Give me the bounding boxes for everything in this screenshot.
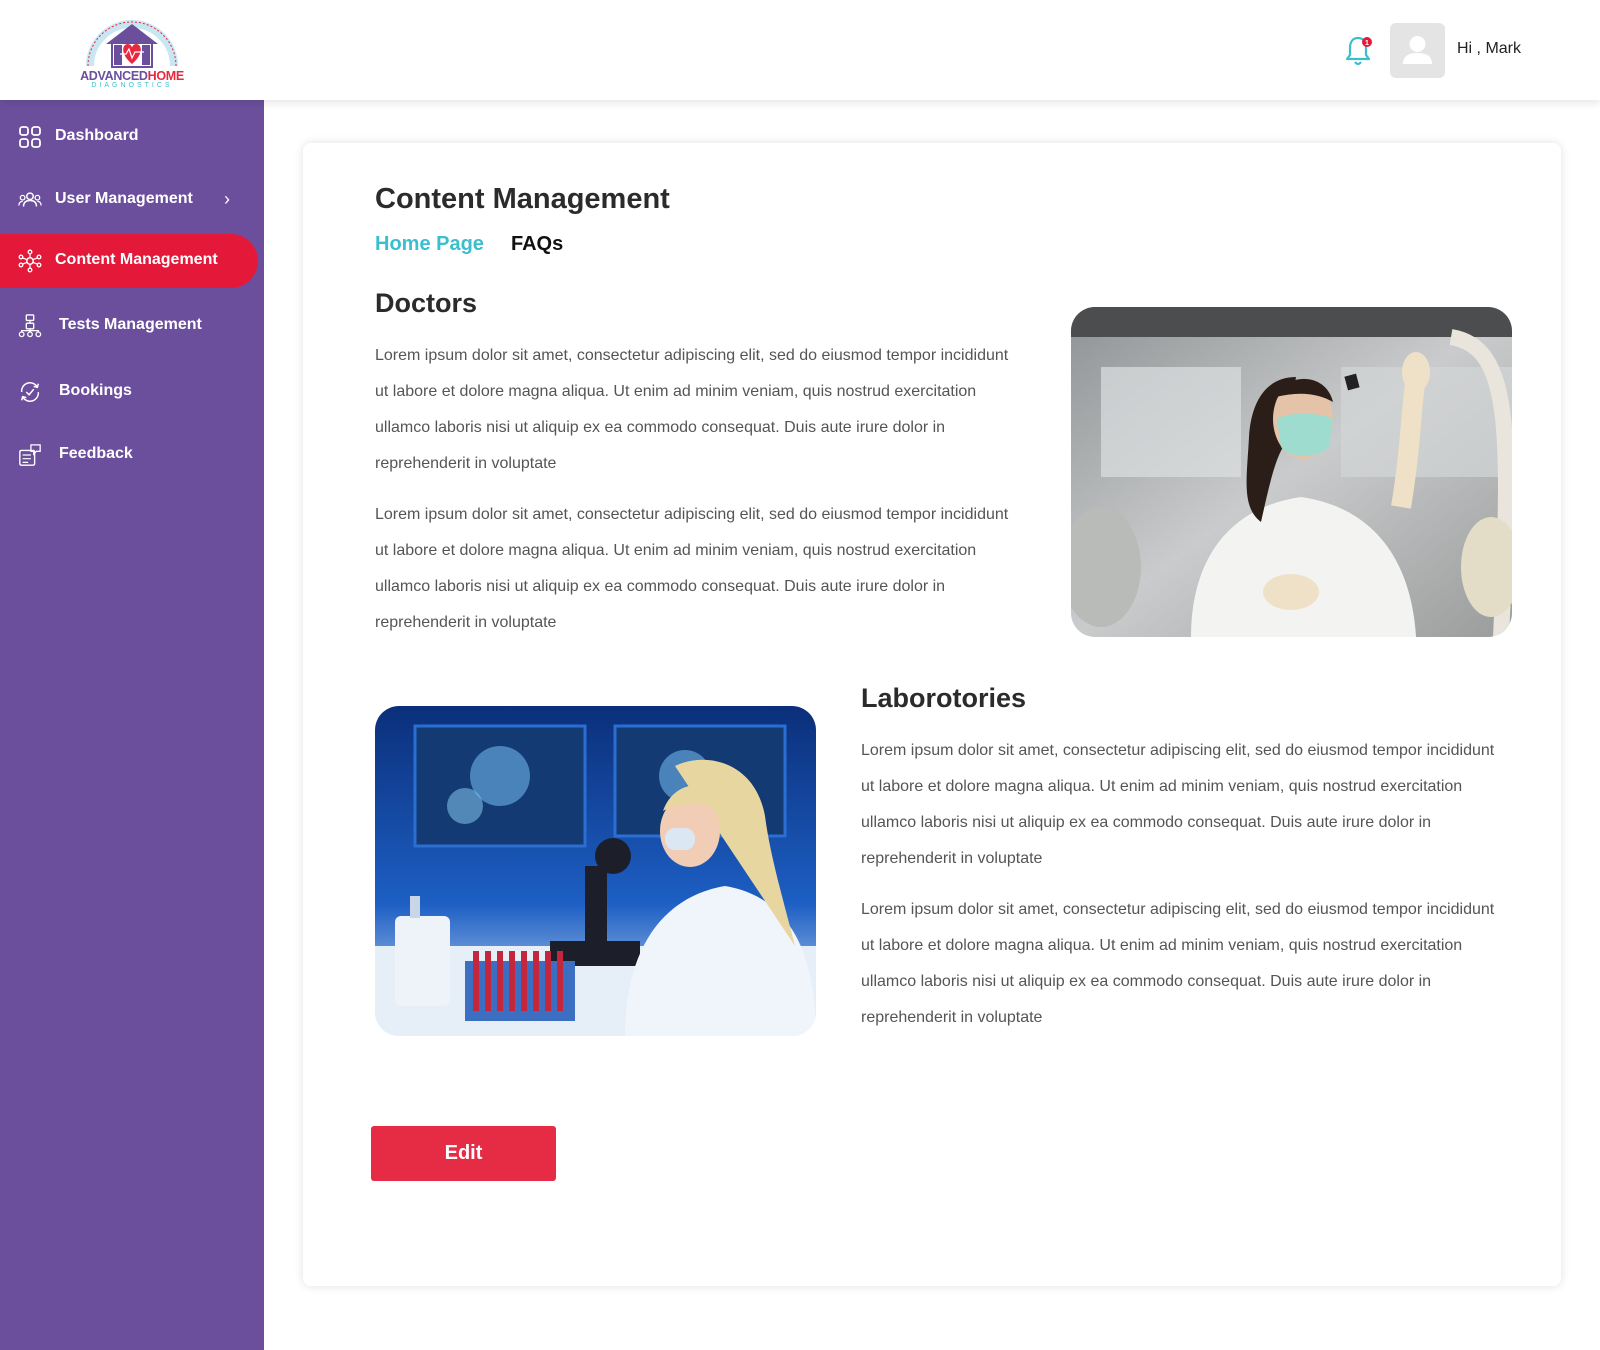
sidebar-item-label: Content Management [55, 251, 218, 268]
sidebar-item-bookings[interactable]: Bookings [0, 365, 258, 419]
section-title-laboratories: Laborotories [861, 683, 1027, 713]
feedback-icon [19, 444, 41, 466]
sidebar-item-label: User Management [55, 190, 193, 207]
hierarchy-icon [18, 314, 42, 338]
sidebar-item-tests-management[interactable]: Tests Management [0, 299, 258, 353]
refresh-check-icon [20, 382, 40, 402]
sidebar-item-label: Tests Management [59, 316, 202, 333]
notification-count: 1 [1365, 40, 1369, 47]
laboratories-paragraph-2: Lorem ipsum dolor sit amet, consectetur … [861, 901, 1495, 1026]
top-header: ADVANCEDHOME DIAGNOSTICS 1 Hi , Mark [0, 0, 1600, 100]
sidebar-item-content-management[interactable]: Content Management [0, 234, 258, 288]
sidebar-item-dashboard[interactable]: Dashboard [0, 110, 258, 164]
doctors-paragraph-1: Lorem ipsum dolor sit amet, consectetur … [375, 347, 1009, 472]
users-icon [18, 192, 42, 207]
content-card: Content Management Home Page FAQs Doctor… [303, 143, 1561, 1286]
tab-faqs[interactable]: FAQs [511, 233, 563, 256]
grid-icon [19, 126, 41, 148]
sidebar-item-label: Bookings [59, 382, 132, 399]
laboratories-paragraph-1: Lorem ipsum dolor sit amet, consectetur … [861, 742, 1495, 867]
bell-icon: 1 [1345, 36, 1372, 66]
user-avatar[interactable] [1390, 23, 1445, 78]
sidebar: Dashboard User Management › Content Mana… [0, 100, 264, 1350]
page-title: Content Management [375, 183, 670, 215]
logo-emblem-icon [86, 20, 178, 68]
sidebar-item-feedback[interactable]: Feedback [0, 428, 258, 482]
sidebar-item-label: Dashboard [55, 127, 139, 144]
doctor-image [1071, 307, 1512, 637]
network-icon [18, 249, 42, 273]
user-icon [1403, 36, 1432, 64]
brand-logo[interactable]: ADVANCEDHOME DIAGNOSTICS [76, 8, 188, 94]
doctors-paragraph-2: Lorem ipsum dolor sit amet, consectetur … [375, 506, 1009, 631]
chevron-right-icon[interactable]: › [224, 189, 230, 210]
sidebar-item-label: Feedback [59, 445, 133, 462]
sidebar-item-user-management[interactable]: User Management › [0, 173, 258, 227]
tab-home-page[interactable]: Home Page [375, 233, 484, 256]
laboratory-image [375, 706, 816, 1036]
logo-wordmark: ADVANCEDHOME [80, 69, 184, 83]
section-title-doctors: Doctors [375, 288, 478, 318]
edit-button[interactable]: Edit [371, 1126, 556, 1181]
logo-subtitle: DIAGNOSTICS [91, 82, 173, 89]
user-greeting[interactable]: Hi , Mark [1457, 40, 1521, 58]
notification-bell[interactable]: 1 [1344, 34, 1374, 68]
